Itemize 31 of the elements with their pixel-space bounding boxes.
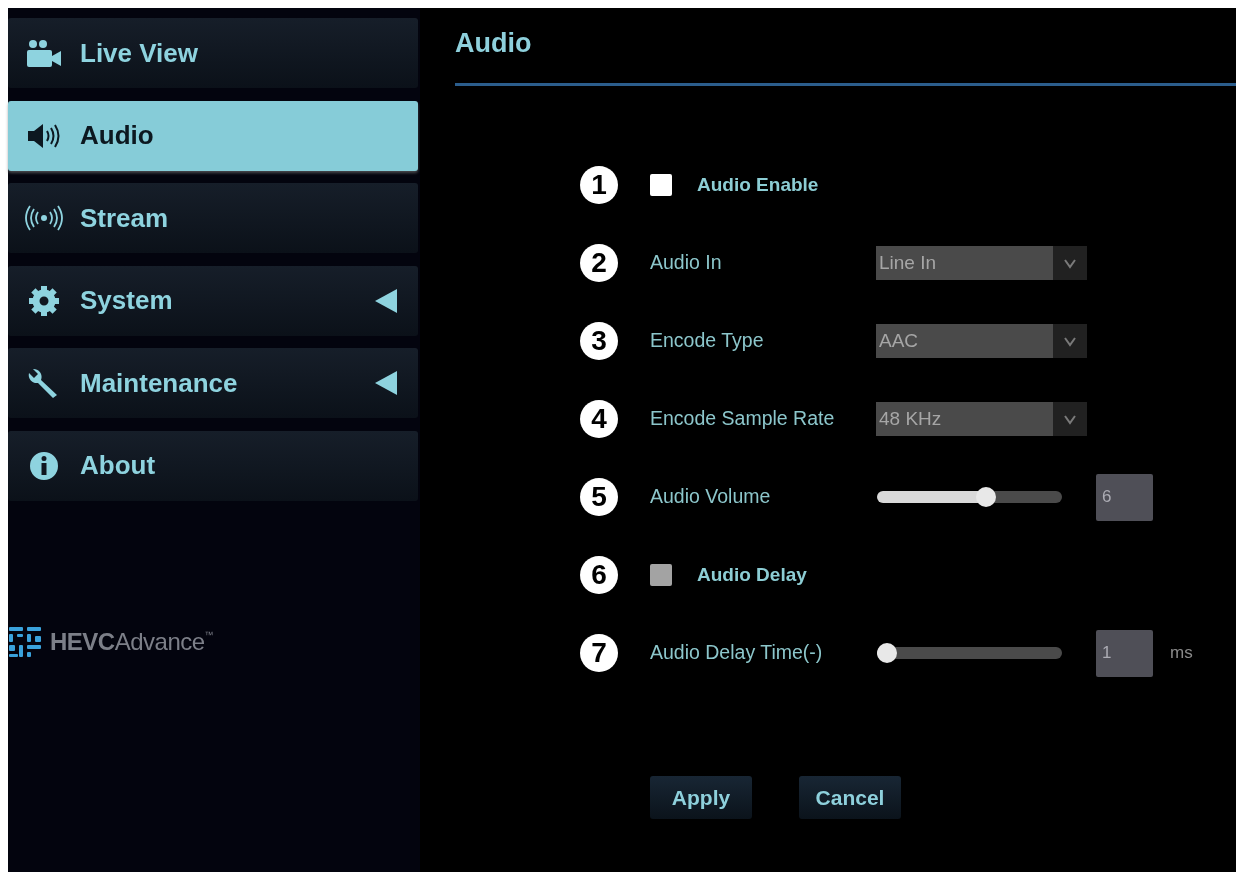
chevron-down-icon [1053, 402, 1087, 436]
unit-label: ms [1170, 642, 1193, 665]
chevron-down-icon [1053, 324, 1087, 358]
number-marker: 2 [580, 244, 618, 282]
logo-text: HEVCAdvance$^{™}$ [50, 629, 214, 654]
chevron-down-icon [1053, 246, 1087, 280]
page-title: Audio [455, 27, 533, 59]
field-label: Encode Sample Rate [650, 406, 836, 432]
number-marker: 1 [580, 166, 618, 204]
checkbox-label: Audio Delay [697, 562, 807, 587]
sidebar-item[interactable]: Audio [8, 100, 418, 171]
cancel-button[interactable]: Cancel [799, 776, 901, 819]
logo-icon [8, 625, 42, 658]
sidebar-item[interactable]: Maintenance [8, 348, 418, 418]
field-label: Audio Volume [650, 484, 772, 510]
sidebar-item[interactable]: Stream [8, 183, 418, 253]
number-marker: 6 [580, 556, 618, 594]
sidebar-item[interactable]: Live View [8, 18, 418, 88]
checkbox[interactable] [650, 174, 672, 196]
field-label: Audio In [650, 250, 723, 276]
number-marker: 7 [580, 634, 618, 672]
video-camera-icon [25, 37, 63, 69]
checkbox-label: Audio Enable [697, 172, 819, 197]
sidebar-item[interactable]: About [8, 430, 418, 501]
number-marker: 5 [580, 478, 618, 516]
apply-button[interactable]: Apply [650, 776, 752, 819]
sidebar-item[interactable]: System [8, 265, 418, 336]
number-marker: 4 [580, 400, 618, 438]
number-marker: 3 [580, 322, 618, 360]
field-label: Encode Type [650, 328, 765, 354]
field-label: Audio Delay Time(-) [650, 640, 824, 666]
